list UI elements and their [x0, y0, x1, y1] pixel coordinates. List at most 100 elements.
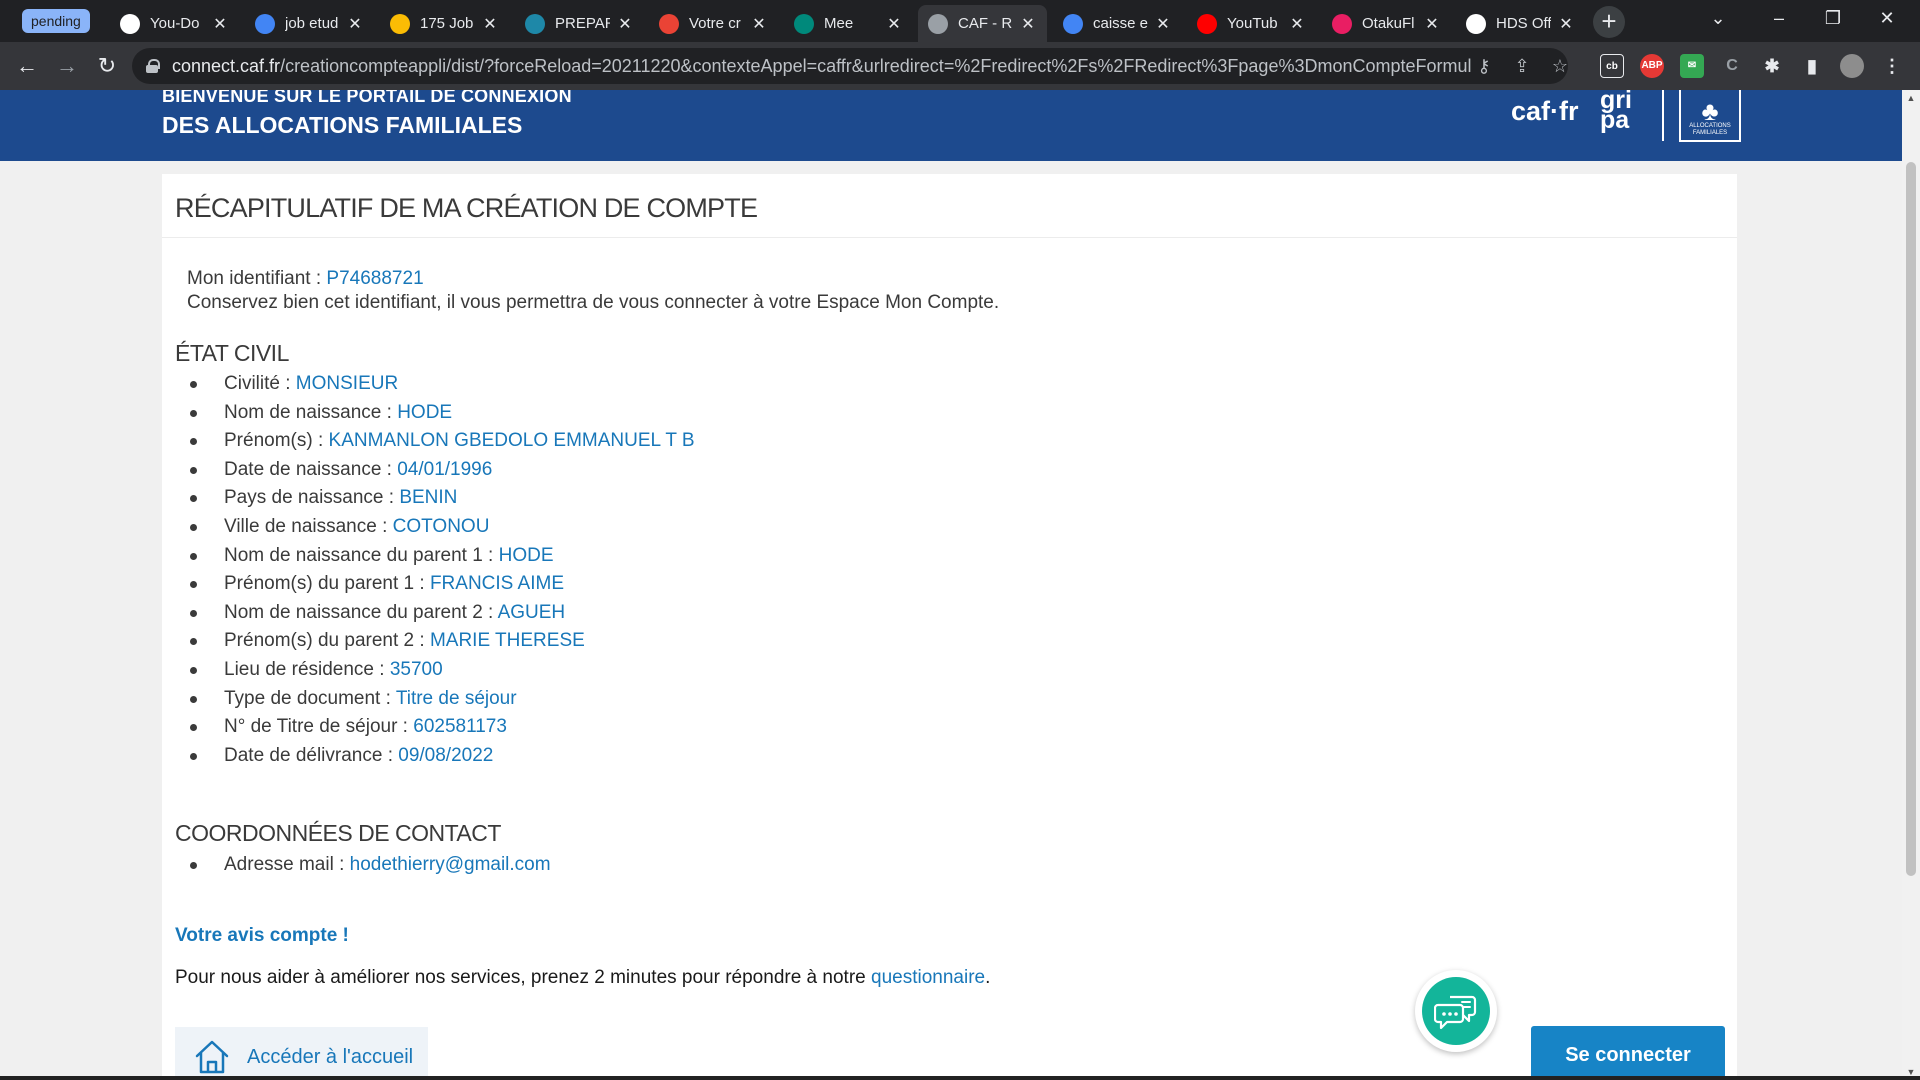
adblock-extension-icon[interactable]: ABP	[1640, 54, 1664, 78]
pending-badge: pending	[22, 9, 90, 33]
minimize-icon[interactable]: –	[1764, 8, 1794, 29]
browser-tab[interactable]: YouTub ✕	[1187, 5, 1316, 42]
bullet-icon	[190, 724, 197, 732]
close-tab-icon[interactable]: ✕	[481, 14, 499, 34]
questionnaire-link[interactable]: questionnaire	[871, 967, 985, 988]
gripa-logo[interactable]: gri pa	[1600, 90, 1640, 133]
tab-label: HDS Off	[1496, 15, 1551, 32]
sidepanel-icon[interactable]: ▮	[1800, 54, 1824, 78]
lock-icon[interactable]	[146, 59, 160, 73]
scrollbar-thumb[interactable]	[1906, 162, 1916, 876]
etat-civil-list: Civilité : MONSIEUR Nom de naissance : HO…	[190, 370, 695, 770]
list-item: Date de naissance : 04/01/1996	[190, 456, 695, 485]
field-value: 35700	[389, 658, 443, 680]
tab-label: 175 Job	[420, 15, 474, 32]
meet-icon	[794, 13, 814, 34]
list-item: Lieu de résidence : 35700	[190, 656, 695, 685]
welcome-line-1: BIENVENUE SUR LE PORTAIL DE CONNEXION	[162, 90, 572, 106]
close-tab-icon[interactable]: ✕	[346, 14, 364, 34]
star-icon[interactable]: ☆	[1548, 56, 1572, 77]
close-tab-icon[interactable]: ✕	[750, 14, 768, 34]
browser-tab[interactable]: CAF - R ✕	[918, 5, 1047, 42]
close-tab-icon[interactable]: ✕	[1288, 14, 1306, 34]
browser-tab[interactable]: job etud ✕	[245, 5, 374, 42]
allocations-familiales-logo[interactable]: ♣ ALLOCATIONS FAMILIALES	[1679, 90, 1741, 142]
identifier-label: Mon identifiant :	[187, 268, 327, 289]
field-label: Type de document :	[224, 687, 396, 709]
back-icon[interactable]: ←	[13, 52, 41, 80]
url-text[interactable]: connect.caf.fr/creationcompteappli/dist/…	[172, 56, 1472, 77]
page-title: RÉCAPITULATIF DE MA CRÉATION DE COMPTE	[175, 193, 758, 223]
contact-title: COORDONNÉES DE CONTACT	[175, 820, 501, 846]
etat-civil-title: ÉTAT CIVIL	[175, 340, 289, 366]
extensions-puzzle-icon[interactable]: ✱	[1760, 54, 1784, 78]
forward-icon[interactable]: →	[53, 52, 81, 80]
email-label: Adresse mail :	[224, 854, 350, 875]
chat-button[interactable]	[1415, 970, 1497, 1052]
mail-extension-icon[interactable]: ✉	[1680, 54, 1704, 78]
tab-label: job etud	[285, 15, 339, 32]
list-item: Pays de naissance : BENIN	[190, 484, 695, 513]
browser-tab[interactable]: Mee ✕	[784, 5, 913, 42]
field-label: N° de Titre de séjour :	[224, 716, 414, 738]
feedback-text: Pour nous aider à améliorer nos services…	[175, 967, 991, 988]
field-value: 602581173	[413, 716, 507, 738]
browser-tab[interactable]: 175 Job ✕	[380, 5, 509, 42]
af-emblem-icon: ♣	[1701, 96, 1719, 126]
close-tab-icon[interactable]: ✕	[1557, 14, 1575, 34]
home-button[interactable]: Accéder à l'accueil	[175, 1027, 428, 1080]
field-value: KANMANLON GBEDOLO EMMANUEL T B	[328, 430, 695, 452]
close-tab-icon[interactable]: ✕	[616, 14, 634, 34]
close-tab-icon[interactable]: ✕	[211, 14, 229, 34]
reload-icon[interactable]: ↻	[93, 52, 121, 80]
field-label: Date de naissance :	[224, 458, 398, 480]
field-label: Civilité :	[224, 373, 296, 394]
identifier-note: Conservez bien cet identifiant, il vous …	[187, 292, 1000, 313]
page-scrollbar[interactable]: ▲ ▼	[1902, 90, 1920, 1080]
list-item: Nom de naissance : HODE	[190, 399, 695, 428]
caf-fr-logo[interactable]: caf·fr	[1511, 96, 1579, 127]
bullet-icon	[190, 466, 197, 474]
close-window-icon[interactable]: ✕	[1872, 8, 1902, 29]
af-logo-text: ALLOCATIONS FAMILIALES	[1689, 123, 1731, 136]
key-icon[interactable]: ⚷	[1472, 56, 1496, 77]
close-tab-icon[interactable]: ✕	[1423, 14, 1441, 34]
tab-label: You-Do	[150, 15, 200, 32]
close-tab-icon[interactable]: ✕	[1154, 14, 1172, 34]
contact-list: Adresse mail : hodethierry@gmail.com	[190, 851, 551, 880]
address-bar[interactable]: connect.caf.fr/creationcompteappli/dist/…	[132, 48, 1568, 84]
bullet-icon	[190, 523, 197, 531]
drive-icon	[390, 13, 410, 34]
browser-tab[interactable]: You-Do ✕	[110, 5, 239, 42]
menu-kebab-icon[interactable]: ⋮	[1880, 54, 1904, 78]
bullet-icon	[190, 638, 197, 646]
browser-tab[interactable]: Votre cr ✕	[649, 5, 778, 42]
cb-extension-icon[interactable]: cb	[1600, 54, 1624, 78]
browser-toolbar: ← → ↻ connect.caf.fr/creationcompteappli…	[0, 42, 1920, 90]
profile-avatar[interactable]	[1840, 54, 1864, 78]
login-button[interactable]: Se connecter	[1531, 1026, 1725, 1080]
browser-tab[interactable]: caisse e ✕	[1053, 5, 1182, 42]
scroll-up-icon[interactable]: ▲	[1902, 90, 1920, 106]
close-tab-icon[interactable]: ✕	[1019, 14, 1037, 34]
field-label: Pays de naissance :	[224, 487, 400, 509]
field-label: Lieu de résidence :	[224, 658, 390, 680]
bullet-icon	[190, 438, 197, 446]
share-icon[interactable]: ⇪	[1510, 56, 1534, 77]
restore-icon[interactable]: ❐	[1818, 8, 1848, 29]
bullet-icon	[190, 581, 197, 589]
chat-icon	[1422, 977, 1490, 1045]
browser-tab[interactable]: HDS Off ✕	[1456, 5, 1585, 42]
c-extension-icon[interactable]: C	[1720, 54, 1744, 78]
close-tab-icon[interactable]: ✕	[885, 14, 903, 34]
google-icon	[1063, 13, 1083, 34]
tab-search-icon[interactable]: ⌄	[1703, 8, 1733, 29]
browser-tab[interactable]: OtakuFl ✕	[1322, 5, 1451, 42]
tab-label: CAF - R	[958, 15, 1013, 32]
browser-tab[interactable]: PREPAR ✕	[515, 5, 644, 42]
bullet-icon	[190, 409, 197, 417]
field-value: HODE	[498, 544, 554, 566]
logo-divider	[1662, 90, 1664, 141]
chat-bubbles-icon	[1434, 995, 1477, 1030]
new-tab-button[interactable]: +	[1593, 6, 1625, 38]
